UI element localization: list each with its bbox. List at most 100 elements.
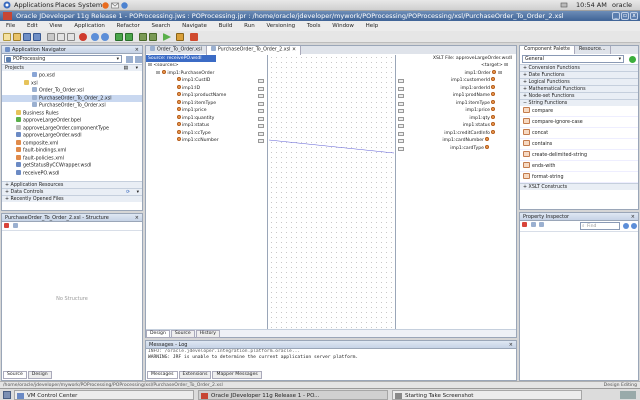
- menu-application[interactable]: Application: [74, 23, 105, 29]
- link-handle[interactable]: [398, 109, 404, 113]
- close-inspector-icon[interactable]: ×: [631, 213, 635, 221]
- tree-item[interactable]: po.xsd: [2, 72, 142, 80]
- link-handle[interactable]: [258, 109, 264, 113]
- user-menu[interactable]: oracle: [612, 1, 632, 9]
- help-icon[interactable]: [539, 222, 545, 227]
- task-take-screenshot[interactable]: Starting Take Screenshot: [392, 390, 582, 400]
- link-handle[interactable]: [398, 124, 404, 128]
- redo-icon[interactable]: [101, 33, 109, 41]
- menu-view[interactable]: View: [49, 23, 62, 29]
- minimize-button[interactable]: _: [612, 12, 620, 20]
- pin-icon[interactable]: [522, 222, 527, 227]
- filter-icon[interactable]: ▤: [123, 65, 128, 72]
- source-field-node[interactable]: imp1:status: [146, 122, 267, 130]
- menu-build[interactable]: Build: [219, 23, 233, 29]
- inspector-find-input[interactable]: ⌕ Find: [580, 222, 620, 230]
- menu-run[interactable]: Run: [244, 23, 255, 29]
- menu-system[interactable]: System: [78, 1, 102, 9]
- tab-messages[interactable]: Messages: [147, 371, 178, 379]
- source-field-node[interactable]: imp1:quantity: [146, 114, 267, 123]
- link-handle[interactable]: [398, 131, 404, 136]
- debug-icon[interactable]: [176, 33, 184, 41]
- section-data-controls[interactable]: + Data Controls ⟳ ▾: [2, 188, 142, 195]
- target-field-node[interactable]: imp1:prodName: [396, 92, 516, 100]
- menu-window[interactable]: Window: [332, 23, 354, 29]
- back-icon[interactable]: [115, 33, 123, 41]
- task-jdeveloper[interactable]: Oracle JDeveloper 11g Release 1 - PO...: [198, 390, 388, 400]
- menu-edit[interactable]: Edit: [27, 23, 38, 29]
- palette-item[interactable]: compare-ignore-case: [520, 117, 638, 128]
- link-handle[interactable]: [258, 131, 264, 136]
- menu-applications[interactable]: Applications: [14, 1, 54, 9]
- tab-history[interactable]: History: [195, 330, 220, 338]
- close-panel-icon[interactable]: ×: [135, 46, 139, 54]
- mapping-canvas[interactable]: [269, 55, 394, 329]
- data-controls-menu-icon[interactable]: ▾: [137, 189, 139, 196]
- menu-versioning[interactable]: Versioning: [266, 23, 295, 29]
- close-structure-icon[interactable]: ×: [135, 214, 139, 222]
- tab-structure-design[interactable]: Design: [27, 371, 52, 379]
- palette-item[interactable]: compare: [520, 106, 638, 117]
- mail-icon[interactable]: [111, 2, 119, 11]
- link-handle[interactable]: [398, 116, 404, 121]
- tab-mapper-messages[interactable]: Mapper Messages: [212, 371, 262, 379]
- palette-group[interactable]: + Conversion Functions: [520, 64, 638, 71]
- link-handle[interactable]: [258, 94, 264, 98]
- messages-header[interactable]: Messages - Log ×: [146, 341, 516, 349]
- gnome-logo-icon[interactable]: [3, 1, 11, 11]
- link-handle[interactable]: [398, 79, 404, 83]
- find-prev-icon[interactable]: [631, 223, 637, 229]
- save-icon[interactable]: [23, 33, 31, 41]
- tree-item[interactable]: Business Rules: [2, 109, 142, 118]
- palette-item[interactable]: contains: [520, 139, 638, 150]
- tab-component-palette[interactable]: Component Palette: [520, 46, 575, 54]
- tab-structure-source[interactable]: Source: [3, 371, 27, 379]
- project-menu-icon[interactable]: ▾: [136, 65, 138, 72]
- link-handle[interactable]: [258, 124, 264, 128]
- copy-icon[interactable]: [57, 33, 65, 41]
- network-icon[interactable]: [560, 2, 568, 11]
- tree-item[interactable]: xsl: [2, 79, 142, 88]
- firefox-icon[interactable]: [102, 2, 109, 11]
- tab-source[interactable]: Source: [170, 330, 195, 338]
- tree-item[interactable]: PurchaseOrder_To_Order_2.xsl: [2, 94, 142, 102]
- target-field-node[interactable]: imp1:status: [396, 122, 516, 130]
- link-handle[interactable]: [258, 139, 264, 143]
- palette-item[interactable]: format-string: [520, 172, 638, 183]
- menu-search[interactable]: Search: [152, 23, 171, 29]
- find-next-icon[interactable]: [623, 223, 629, 229]
- menu-navigate[interactable]: Navigate: [182, 23, 207, 29]
- section-recently-opened-files[interactable]: + Recently Opened Files: [2, 195, 142, 202]
- link-handle[interactable]: [258, 101, 264, 106]
- source-root-node[interactable]: ⊟ <sources>: [146, 62, 267, 70]
- save-all-icon[interactable]: [33, 33, 41, 41]
- group-xslt-constructs[interactable]: + XSLT Constructs: [520, 183, 638, 190]
- tree-item[interactable]: approveLargeOrder.wsdl: [2, 132, 142, 140]
- menu-places[interactable]: Places: [55, 1, 76, 9]
- help-icon[interactable]: [121, 2, 128, 11]
- workspace-switcher[interactable]: [620, 391, 636, 399]
- link-handle[interactable]: [258, 79, 264, 83]
- maximize-button[interactable]: ▫: [621, 12, 629, 20]
- rebuild-icon[interactable]: [149, 33, 157, 41]
- app-options-icon[interactable]: [135, 56, 142, 63]
- cut-icon[interactable]: [47, 33, 55, 41]
- palette-item[interactable]: create-delimited-string: [520, 150, 638, 161]
- palette-group[interactable]: + Mathematical Functions: [520, 85, 638, 92]
- source-field-node[interactable]: imp1:itemType: [146, 99, 267, 108]
- add-palette-icon[interactable]: [629, 56, 636, 63]
- forward-icon[interactable]: [125, 33, 133, 41]
- delete-icon[interactable]: [79, 33, 87, 41]
- menu-help[interactable]: Help: [366, 23, 379, 29]
- target-field-node[interactable]: imp1:price: [396, 107, 516, 115]
- palette-group[interactable]: + Node-set Functions: [520, 92, 638, 99]
- application-navigator-header[interactable]: Application Navigator ×: [2, 46, 142, 54]
- link-handle[interactable]: [258, 116, 264, 121]
- tree-item[interactable]: PurchaseOrder_To_Order.xsl: [2, 102, 142, 110]
- refresh-icon[interactable]: ⟳: [126, 189, 130, 196]
- target-field-node[interactable]: imp1:customerId: [396, 77, 516, 85]
- palette-item[interactable]: ends-with: [520, 161, 638, 172]
- palette-category-select[interactable]: General ▾: [522, 55, 624, 63]
- tree-item[interactable]: fault-policies.xml: [2, 154, 142, 163]
- tab-order-to-order-xsl[interactable]: Order_To_Order.xsl: [146, 46, 207, 55]
